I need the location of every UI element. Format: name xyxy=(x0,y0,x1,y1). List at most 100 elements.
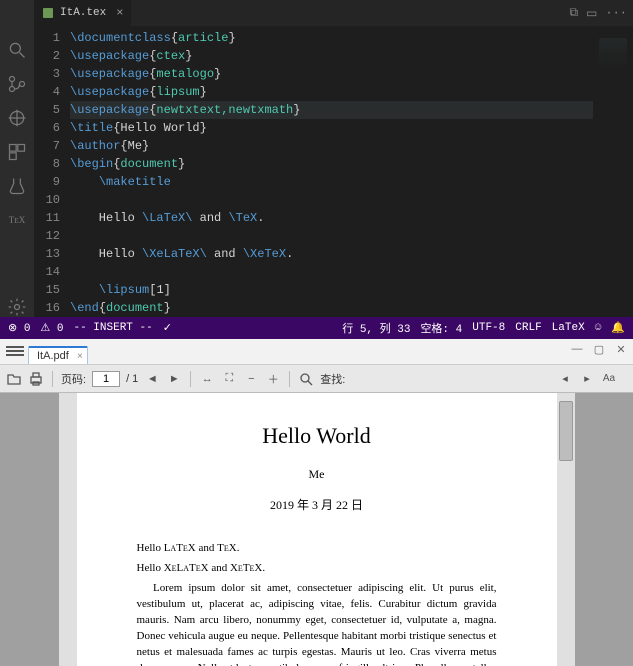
editor-tabs: ItA.tex × ⧉ ▭ ··· xyxy=(34,0,633,26)
zoom-in-icon[interactable]: ＋ xyxy=(265,371,281,387)
zoom-out-icon[interactable]: − xyxy=(243,371,259,387)
code-line[interactable]: \end{document} xyxy=(70,299,593,317)
page-label: 页码: xyxy=(61,371,86,387)
tab-filename: ItA.tex xyxy=(60,7,106,19)
search-icon[interactable] xyxy=(7,40,27,60)
pdf-date: 2019 年 3 月 22 日 xyxy=(137,496,497,513)
print-icon[interactable] xyxy=(28,371,44,387)
pdf-tab-strip: ItA.pdf × — ▢ ✕ xyxy=(0,339,633,365)
pdf-viewport: Hello World Me 2019 年 3 月 22 日 Hello LaT… xyxy=(0,393,633,666)
pdf-line-2: Hello XeLaTeX and XeTeX. xyxy=(137,561,497,577)
fit-page-icon[interactable]: ⛶ xyxy=(221,371,237,387)
code-line[interactable]: \usepackage{newtxtext,newtxmath} xyxy=(70,101,593,119)
line-number: 5 xyxy=(34,101,60,119)
source-control-icon[interactable] xyxy=(7,74,27,94)
pdf-viewer-pane: ItA.pdf × — ▢ ✕ 页码: / 1 ◄ ► ↔ ⛶ − ＋ 查找: … xyxy=(0,339,633,666)
tab-file[interactable]: ItA.tex × xyxy=(34,0,132,26)
nav-right-icon[interactable]: ▸ xyxy=(579,371,595,387)
status-language[interactable]: LaTeX xyxy=(552,322,585,334)
settings-icon[interactable] xyxy=(7,297,27,317)
tab-close-icon[interactable]: × xyxy=(116,6,123,20)
open-icon[interactable] xyxy=(6,371,22,387)
fit-width-icon[interactable]: ↔ xyxy=(199,371,215,387)
line-number: 14 xyxy=(34,263,60,281)
latex-icon[interactable]: TEX xyxy=(7,210,27,230)
window-controls: — ▢ ✕ xyxy=(569,343,629,356)
pdf-body: Hello LaTeX and TeX. Hello XeLaTeX and X… xyxy=(137,541,497,666)
scrollbar-right[interactable] xyxy=(557,393,575,666)
compare-icon[interactable]: ⧉ xyxy=(569,6,578,21)
code-line[interactable]: Hello \LaTeX\ and \TeX. xyxy=(70,209,593,227)
pdf-tab-close-icon[interactable]: × xyxy=(77,351,83,362)
line-number: 15 xyxy=(34,281,60,299)
editor-column: ItA.tex × ⧉ ▭ ··· 1234567891011121314151… xyxy=(34,0,633,317)
code-line[interactable]: \title{Hello World} xyxy=(70,119,593,137)
status-eol[interactable]: CRLF xyxy=(515,322,541,334)
pdf-tab-name: ItA.pdf xyxy=(37,350,69,362)
page-total: / 1 xyxy=(126,373,138,385)
match-case-icon[interactable]: Aa xyxy=(601,371,617,387)
code-line[interactable]: \usepackage{ctex} xyxy=(70,47,593,65)
line-number: 7 xyxy=(34,137,60,155)
status-bar: ⊗ 0 ⚠ 0 -- INSERT -- ✓ 行 5, 列 33 空格: 4 U… xyxy=(0,317,633,339)
minimize-button[interactable]: — xyxy=(569,343,585,356)
status-spaces[interactable]: 空格: 4 xyxy=(420,320,462,336)
code-line[interactable] xyxy=(70,227,593,245)
nav-left-icon[interactable]: ◂ xyxy=(557,371,573,387)
status-warnings[interactable]: ⚠ 0 xyxy=(40,321,63,335)
status-mode: -- INSERT -- xyxy=(74,322,153,334)
code-area[interactable]: \documentclass{article}\usepackage{ctex}… xyxy=(70,26,593,317)
scroll-thumb[interactable] xyxy=(559,401,573,461)
status-encoding[interactable]: UTF-8 xyxy=(472,322,505,334)
status-position[interactable]: 行 5, 列 33 xyxy=(342,320,410,336)
code-line[interactable]: \usepackage{lipsum} xyxy=(70,83,593,101)
tab-actions: ⧉ ▭ ··· xyxy=(569,6,633,21)
prev-page-icon[interactable]: ◄ xyxy=(144,371,160,387)
code-line[interactable]: Hello \XeLaTeX\ and \XeTeX. xyxy=(70,245,593,263)
code-line[interactable]: \usepackage{metalogo} xyxy=(70,65,593,83)
tex-file-icon xyxy=(42,7,54,19)
pdf-page: Hello World Me 2019 年 3 月 22 日 Hello LaT… xyxy=(77,393,557,666)
code-line[interactable] xyxy=(70,191,593,209)
close-window-button[interactable]: ✕ xyxy=(613,343,629,356)
minimap[interactable] xyxy=(593,26,633,317)
line-number: 9 xyxy=(34,173,60,191)
code-line[interactable]: \begin{document} xyxy=(70,155,593,173)
status-errors[interactable]: ⊗ 0 xyxy=(8,321,30,335)
activity-bar: TEX xyxy=(0,0,34,317)
debug-icon[interactable] xyxy=(7,108,27,128)
status-bell-icon[interactable]: 🔔 xyxy=(611,321,625,335)
pdf-tab[interactable]: ItA.pdf × xyxy=(28,346,88,364)
extensions-icon[interactable] xyxy=(7,142,27,162)
line-number: 1 xyxy=(34,29,60,47)
line-number: 11 xyxy=(34,209,60,227)
next-page-icon[interactable]: ► xyxy=(166,371,182,387)
line-number-gutter: 12345678910111213141516 xyxy=(34,26,70,317)
line-number: 2 xyxy=(34,47,60,65)
blank-icon xyxy=(7,6,27,26)
pdf-lipsum: Lorem ipsum dolor sit amet, consectetuer… xyxy=(137,581,497,666)
more-icon[interactable]: ··· xyxy=(605,6,627,21)
hamburger-icon[interactable] xyxy=(6,342,24,360)
code-line[interactable]: \author{Me} xyxy=(70,137,593,155)
pdf-toolbar: 页码: / 1 ◄ ► ↔ ⛶ − ＋ 查找: ◂ ▸ Aa xyxy=(0,365,633,393)
scrollbar-left[interactable] xyxy=(59,393,77,666)
pdf-author: Me xyxy=(137,467,497,482)
find-icon[interactable] xyxy=(298,371,314,387)
code-line[interactable]: \maketitle xyxy=(70,173,593,191)
line-number: 16 xyxy=(34,299,60,317)
code-line[interactable]: \lipsum[1] xyxy=(70,281,593,299)
line-number: 6 xyxy=(34,119,60,137)
code-line[interactable] xyxy=(70,263,593,281)
code-line[interactable]: \documentclass{article} xyxy=(70,29,593,47)
find-label: 查找: xyxy=(320,371,345,387)
status-check[interactable]: ✓ xyxy=(163,321,172,335)
pdf-line-1: Hello LaTeX and TeX. xyxy=(137,541,497,557)
maximize-button[interactable]: ▢ xyxy=(591,343,607,356)
editor-main: TEX ItA.tex × ⧉ ▭ ··· 123456789101 xyxy=(0,0,633,317)
status-feedback[interactable]: ☺ xyxy=(595,322,602,334)
page-input[interactable] xyxy=(92,371,120,387)
test-icon[interactable] xyxy=(7,176,27,196)
editor-body[interactable]: 12345678910111213141516 \documentclass{a… xyxy=(34,26,633,317)
split-icon[interactable]: ▭ xyxy=(586,6,597,21)
